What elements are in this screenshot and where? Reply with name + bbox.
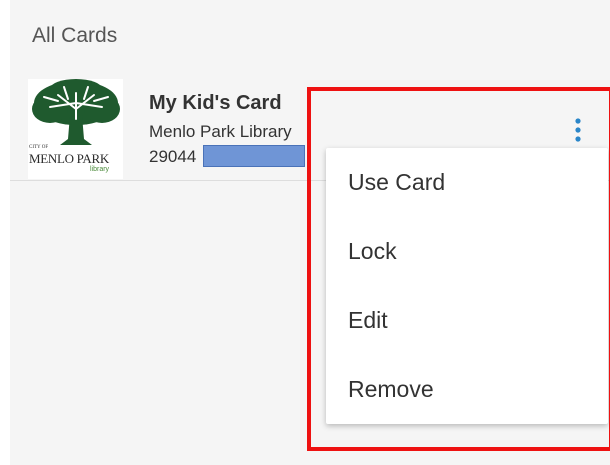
redacted-card-number: [203, 145, 305, 167]
logo-city-name: MENLO PARK: [29, 151, 109, 166]
logo-city-of: CITY OF: [29, 145, 49, 150]
logo-library-word: library: [90, 166, 110, 173]
library-logo: CITY OF MENLO PARK library: [28, 79, 123, 179]
tree-icon: [32, 79, 120, 145]
menu-item-use-card[interactable]: Use Card: [326, 148, 608, 217]
card-options-menu: Use Card Lock Edit Remove: [326, 148, 608, 424]
section-header: All Cards: [32, 24, 118, 47]
menu-item-lock[interactable]: Lock: [326, 217, 608, 286]
menu-item-remove[interactable]: Remove: [326, 355, 608, 424]
card-number: 29044: [149, 147, 197, 166]
vertical-dots-icon[interactable]: [568, 117, 588, 143]
menu-item-edit[interactable]: Edit: [326, 286, 608, 355]
card-library-name: Menlo Park Library: [149, 122, 292, 141]
card-title: My Kid's Card: [149, 92, 282, 114]
cards-screen: All Cards CITY OF MENLO PARK library My …: [10, 0, 610, 465]
